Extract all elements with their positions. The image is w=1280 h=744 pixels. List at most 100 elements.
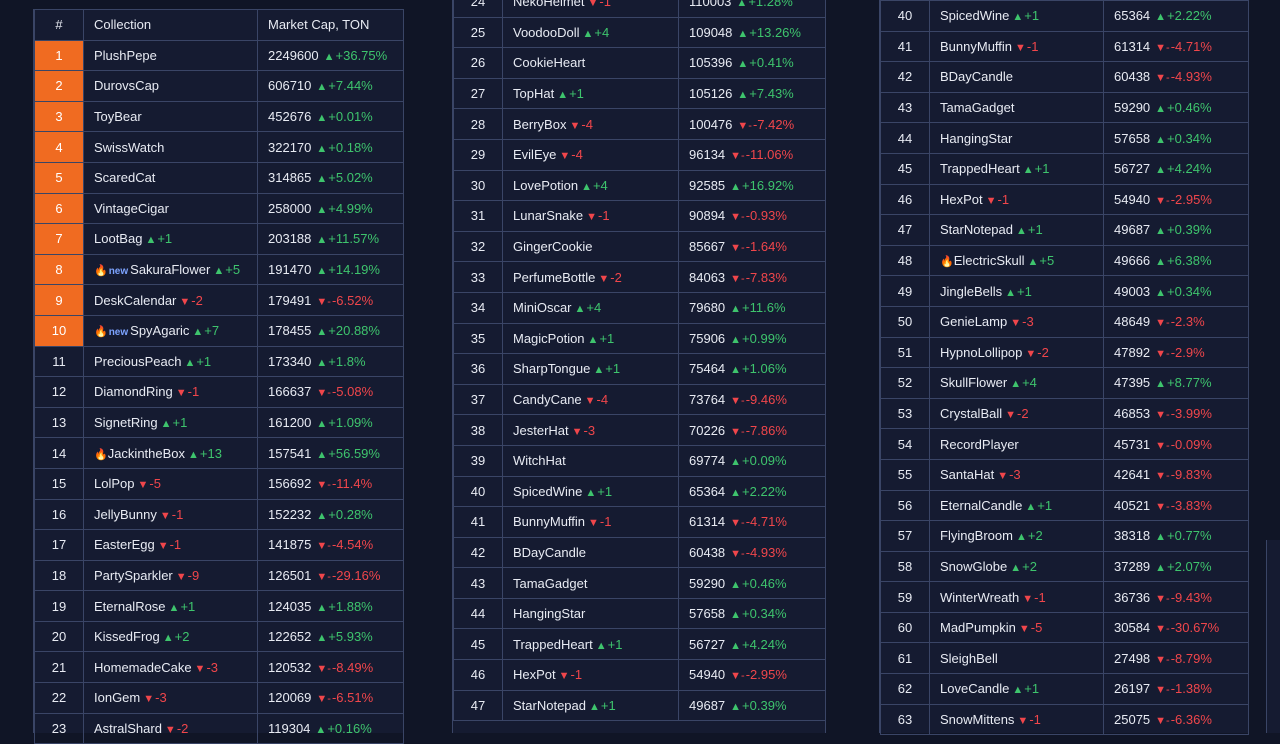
collection-name[interactable]: HexPot [513,667,556,682]
collection-name[interactable]: SpicedWine [513,484,582,499]
collection-name[interactable]: TamaGadget [513,576,587,591]
collection-name[interactable]: TrappedHeart [940,161,1020,176]
collection-name[interactable]: SnowMittens [940,712,1014,727]
collection-name[interactable]: WitchHat [513,453,566,468]
table-row[interactable]: 34 MiniOscar ▲+4 79680 ▲+11.6% [453,291,826,324]
collection-name[interactable]: EternalCandle [940,498,1022,513]
collection-name[interactable]: LunarSnake [513,208,583,223]
collection-name[interactable]: SkullFlower [940,375,1007,390]
table-row[interactable]: 60 MadPumpkin ▼-5 30584 ▼--30.67% [880,611,1249,644]
collection-name[interactable]: PreciousPeach [94,354,181,369]
collection-name[interactable]: BDayCandle [513,545,586,560]
collection-name[interactable]: DurovsCap [94,78,159,93]
collection-name[interactable]: ScaredCat [94,170,155,185]
collection-name[interactable]: HomemadeCake [94,660,192,675]
table-row[interactable]: 50 GenieLamp ▼-3 48649 ▼--2.3% [880,305,1249,338]
collection-name[interactable]: BerryBox [513,117,566,132]
collection-name[interactable]: LoveCandle [940,681,1009,696]
table-row[interactable]: 43 TamaGadget 59290 ▲+0.46% [880,91,1249,124]
collection-name[interactable]: TrappedHeart [513,637,593,652]
collection-name[interactable]: DeskCalendar [94,293,176,308]
table-row[interactable]: 37 CandyCane ▼-4 73764 ▼--9.46% [453,383,826,416]
collection-name[interactable]: VoodooDoll [513,25,580,40]
table-row[interactable]: 40 SpicedWine ▲+1 65364 ▲+2.22% [880,0,1249,32]
table-row[interactable]: 40 SpicedWine ▲+1 65364 ▲+2.22% [453,475,826,508]
table-row[interactable]: 38 JesterHat ▼-3 70226 ▼--7.86% [453,414,826,446]
collection-name[interactable]: VintageCigar [94,201,169,216]
table-row[interactable]: 48 🔥ElectricSkull ▲+5 49666 ▲+6.38% [880,244,1249,277]
collection-name[interactable]: TopHat [513,86,554,101]
table-row[interactable]: 25 VoodooDoll ▲+4 109048 ▲+13.26% [453,16,826,49]
table-row[interactable]: 42 BDayCandle 60438 ▼--4.93% [880,61,1249,93]
table-row[interactable]: 62 LoveCandle ▲+1 26197 ▼--1.38% [880,673,1249,705]
table-row[interactable]: 39 WitchHat 69774 ▲+0.09% [453,444,826,477]
table-row[interactable]: 61 SleighBell 27498 ▼--8.79% [880,642,1249,675]
table-row[interactable]: 14 🔥JackintheBox ▲+13 157541 ▲+56.59% [34,437,404,469]
collection-name[interactable]: StarNotepad [940,222,1013,237]
collection-name[interactable]: EternalRose [94,599,166,614]
table-row[interactable]: 52 SkullFlower ▲+4 47395 ▲+8.77% [880,367,1249,399]
table-row[interactable]: 51 HypnoLollipop ▼-2 47892 ▼--2.9% [880,336,1249,369]
collection-name[interactable]: HangingStar [940,131,1012,146]
collection-name[interactable]: MagicPotion [513,331,585,346]
collection-name[interactable]: JellyBunny [94,507,157,522]
collection-name[interactable]: BDayCandle [940,69,1013,84]
table-row[interactable]: 7 LootBag ▲+1 203188 ▲+11.57% [34,223,404,255]
table-row[interactable]: 42 BDayCandle 60438 ▼--4.93% [453,536,826,569]
collection-name[interactable]: WinterWreath [940,590,1019,605]
table-row[interactable]: 18 PartySparkler ▼-9 126501 ▼--29.16% [34,559,404,592]
table-row[interactable]: 32 GingerCookie 85667 ▼--1.64% [453,230,826,263]
table-row[interactable]: 41 BunnyMuffin ▼-1 61314 ▼--4.71% [880,30,1249,63]
collection-name[interactable]: SignetRing [94,415,158,430]
table-row[interactable]: 54 RecordPlayer 45731 ▼--0.09% [880,428,1249,460]
collection-name[interactable]: IonGem [94,690,140,705]
table-row[interactable]: 17 EasterEgg ▼-1 141875 ▼--4.54% [34,529,404,561]
collection-name[interactable]: LolPop [94,476,134,491]
table-row[interactable]: 6 VintageCigar 258000 ▲+4.99% [34,192,404,225]
collection-name[interactable]: HangingStar [513,606,585,621]
table-row[interactable]: 23 AstralShard ▼-2 119304 ▲+0.16% [34,712,404,744]
collection-name[interactable]: PartySparkler [94,568,173,583]
table-row[interactable]: 33 PerfumeBottle ▼-2 84063 ▼--7.83% [453,261,826,293]
collection-name[interactable]: TamaGadget [940,100,1014,115]
table-row[interactable]: 15 LolPop ▼-5 156692 ▼--11.4% [34,467,404,500]
collection-name[interactable]: NekoHelmet [513,0,585,9]
table-row[interactable]: 28 BerryBox ▼-4 100476 ▼--7.42% [453,108,826,140]
table-row[interactable]: 5 ScaredCat 314865 ▲+5.02% [34,161,404,194]
table-row[interactable]: 59 WinterWreath ▼-1 36736 ▼--9.43% [880,581,1249,613]
collection-name[interactable]: SakuraFlower [130,262,210,277]
table-row[interactable]: 20 KissedFrog ▲+2 122652 ▲+5.93% [34,620,404,653]
collection-name[interactable]: RecordPlayer [940,437,1019,452]
collection-name[interactable]: MadPumpkin [940,620,1016,635]
collection-name[interactable]: EvilEye [513,147,556,162]
table-row[interactable]: 63 SnowMittens ▼-1 25075 ▼--6.36% [880,703,1249,736]
collection-name[interactable]: EasterEgg [94,537,155,552]
collection-name[interactable]: JesterHat [513,423,569,438]
collection-name[interactable]: BunnyMuffin [940,39,1012,54]
collection-name[interactable]: LootBag [94,231,142,246]
table-row[interactable]: 46 HexPot ▼-1 54940 ▼--2.95% [453,659,826,691]
table-row[interactable]: 19 EternalRose ▲+1 124035 ▲+1.88% [34,590,404,622]
table-row[interactable]: 44 HangingStar 57658 ▲+0.34% [453,597,826,630]
collection-name[interactable]: JackintheBox [108,446,185,461]
collection-name[interactable]: LovePotion [513,178,578,193]
table-row[interactable]: 55 SantaHat ▼-3 42641 ▼--9.83% [880,458,1249,491]
collection-name[interactable]: ElectricSkull [954,253,1025,268]
collection-name[interactable]: MiniOscar [513,300,572,315]
table-row[interactable]: 36 SharpTongue ▲+1 75464 ▲+1.06% [453,353,826,385]
table-row[interactable]: 58 SnowGlobe ▲+2 37289 ▲+2.07% [880,550,1249,583]
table-row[interactable]: 57 FlyingBroom ▲+2 38318 ▲+0.77% [880,520,1249,552]
collection-name[interactable]: GenieLamp [940,314,1007,329]
collection-name[interactable]: BunnyMuffin [513,514,585,529]
table-row[interactable]: 21 HomemadeCake ▼-3 120532 ▼--8.49% [34,651,404,684]
table-row[interactable]: 30 LovePotion ▲+4 92585 ▲+16.92% [453,169,826,202]
collection-name[interactable]: JingleBells [940,284,1002,299]
table-row[interactable]: 11 PreciousPeach ▲+1 173340 ▲+1.8% [34,345,404,378]
collection-name[interactable]: GingerCookie [513,239,593,254]
table-row[interactable]: 4 SwissWatch 322170 ▲+0.18% [34,131,404,163]
table-row[interactable]: 24 NekoHelmet ▼-1 110003 ▲+1.28% [453,0,826,18]
table-row[interactable]: 29 EvilEye ▼-4 96134 ▼--11.06% [453,138,826,171]
table-row[interactable]: 43 TamaGadget 59290 ▲+0.46% [453,567,826,599]
table-row[interactable]: 47 StarNotepad ▲+1 49687 ▲+0.39% [453,689,826,722]
collection-name[interactable]: KissedFrog [94,629,160,644]
